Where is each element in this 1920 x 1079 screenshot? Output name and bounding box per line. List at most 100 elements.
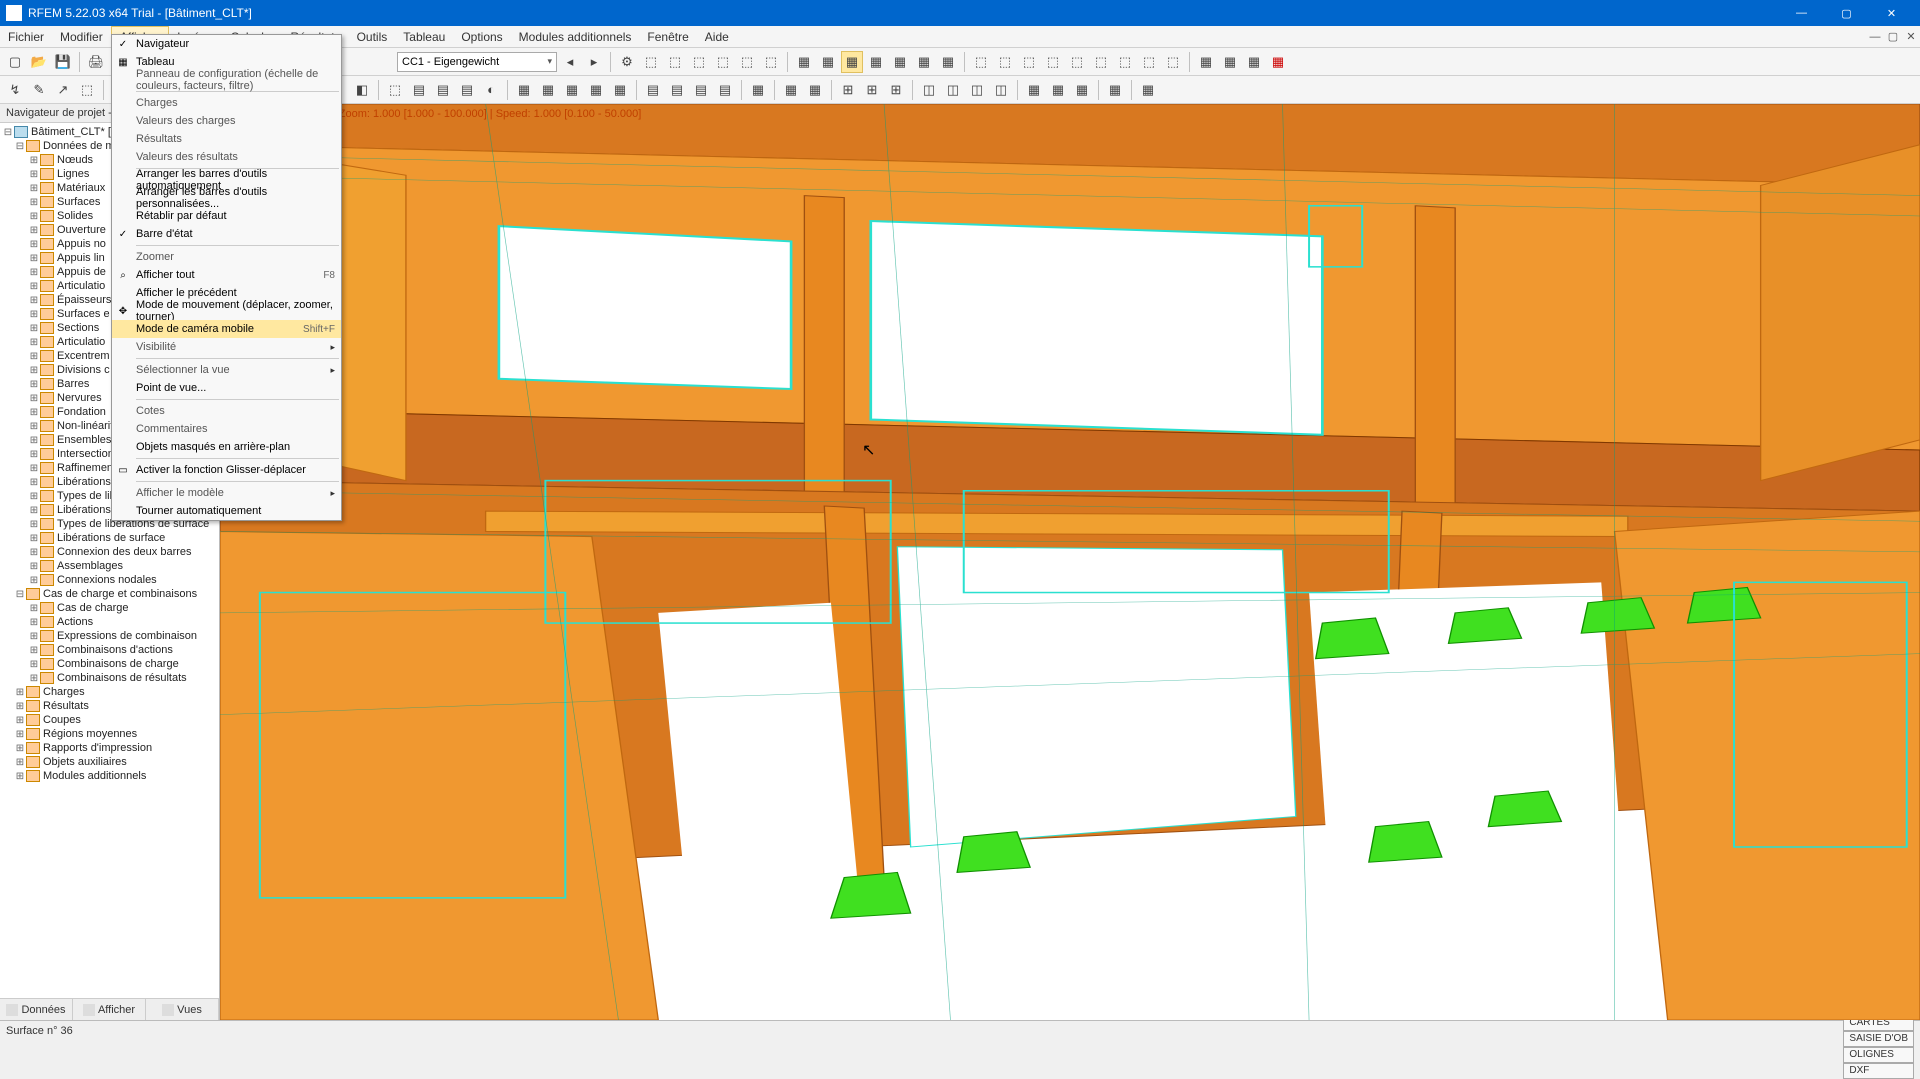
view-1[interactable]: ▦ — [793, 51, 815, 73]
save-button[interactable]: 💾 — [52, 51, 74, 73]
mdi-btn[interactable]: ✕ — [1902, 26, 1920, 47]
sel-7[interactable]: ⬚ — [1114, 51, 1136, 73]
view-3[interactable]: ▦ — [841, 51, 863, 73]
menuitem[interactable]: ✓Barre d'état — [112, 225, 341, 243]
tree-node[interactable]: ⊟Cas de charge et combinaisons — [0, 587, 219, 601]
print-button[interactable]: 🖨 — [85, 51, 107, 73]
t2-b[interactable]: ⬚ — [384, 79, 406, 101]
menuitem[interactable]: Tourner automatiquement — [112, 502, 341, 520]
menu-options[interactable]: Options — [453, 26, 510, 47]
sel-5[interactable]: ⬚ — [1066, 51, 1088, 73]
new-button[interactable]: ▢ — [4, 51, 26, 73]
menu-outils[interactable]: Outils — [349, 26, 396, 47]
tree-node[interactable]: ⊞Combinaisons de charge — [0, 657, 219, 671]
sel-3[interactable]: ⬚ — [1018, 51, 1040, 73]
t2-j[interactable]: ▦ — [585, 79, 607, 101]
t2-c[interactable]: ▤ — [408, 79, 430, 101]
calc-button[interactable]: ⚙ — [616, 51, 638, 73]
menuitem[interactable]: Objets masqués en arrière-plan — [112, 438, 341, 456]
tb-e[interactable]: ⬚ — [736, 51, 758, 73]
t2-h[interactable]: ▦ — [537, 79, 559, 101]
menu-modifier[interactable]: Modifier — [52, 26, 111, 47]
nav-tab-afficher[interactable]: Afficher — [73, 999, 146, 1020]
tree-node[interactable]: ⊞Combinaisons d'actions — [0, 643, 219, 657]
sel-4[interactable]: ⬚ — [1042, 51, 1064, 73]
t2-t[interactable]: ⊞ — [861, 79, 883, 101]
afficher-menu[interactable]: ✓Navigateur▦TableauPanneau de configurat… — [111, 34, 342, 521]
t2-u[interactable]: ⊞ — [885, 79, 907, 101]
menuitem[interactable]: ✥Mode de mouvement (déplacer, zoomer, to… — [112, 302, 341, 320]
tb-a[interactable]: ⬚ — [640, 51, 662, 73]
tree-node[interactable]: ⊞Régions moyennes — [0, 727, 219, 741]
viewport-3d[interactable]: 2.206, -1.660, -5.434) | Zoom: 1.000 [1.… — [220, 104, 1920, 1020]
t2-s[interactable]: ⊞ — [837, 79, 859, 101]
t2-o[interactable]: ▤ — [714, 79, 736, 101]
maximize-button[interactable]: ▢ — [1824, 0, 1869, 26]
t2-a[interactable]: ◧ — [351, 79, 373, 101]
menuitem[interactable]: Mode de caméra mobileShift+F — [112, 320, 341, 338]
tree-node[interactable]: ⊞Expressions de combinaison — [0, 629, 219, 643]
t2-ac[interactable]: ▦ — [1104, 79, 1126, 101]
lc-next[interactable]: ▸ — [583, 51, 605, 73]
menuitem[interactable]: Rétablir par défaut — [112, 207, 341, 225]
tb-b[interactable]: ⬚ — [664, 51, 686, 73]
menuitem[interactable]: ▭Activer la fonction Glisser-déplacer — [112, 461, 341, 479]
disp-3[interactable]: ▦ — [1243, 51, 1265, 73]
tree-node[interactable]: ⊞Actions — [0, 615, 219, 629]
tree-node[interactable]: ⊞Résultats — [0, 699, 219, 713]
t2-ad[interactable]: ▦ — [1137, 79, 1159, 101]
t2-n[interactable]: ▤ — [690, 79, 712, 101]
t2-4[interactable]: ⬚ — [76, 79, 98, 101]
t2-1[interactable]: ↯ — [4, 79, 26, 101]
status-btn-dxf[interactable]: DXF — [1843, 1063, 1914, 1079]
tb-f[interactable]: ⬚ — [760, 51, 782, 73]
tree-node[interactable]: ⊞Objets auxiliaires — [0, 755, 219, 769]
lc-prev[interactable]: ◂ — [559, 51, 581, 73]
t2-g[interactable]: ▦ — [513, 79, 535, 101]
t2-v[interactable]: ◫ — [918, 79, 940, 101]
menu-tableau[interactable]: Tableau — [395, 26, 453, 47]
t2-d[interactable]: ▤ — [432, 79, 454, 101]
open-button[interactable]: 📂 — [28, 51, 50, 73]
t2-q[interactable]: ▦ — [780, 79, 802, 101]
menuitem[interactable]: ✓Navigateur — [112, 35, 341, 53]
menuitem[interactable]: ⌕Afficher toutF8 — [112, 266, 341, 284]
disp-2[interactable]: ▦ — [1219, 51, 1241, 73]
menu-fichier[interactable]: Fichier — [0, 26, 52, 47]
sel-2[interactable]: ⬚ — [994, 51, 1016, 73]
sel-8[interactable]: ⬚ — [1138, 51, 1160, 73]
menu-modules additionnels[interactable]: Modules additionnels — [511, 26, 640, 47]
disp-4[interactable]: ▦ — [1267, 51, 1289, 73]
tree-node[interactable]: ⊞Charges — [0, 685, 219, 699]
view-5[interactable]: ▦ — [889, 51, 911, 73]
tree-node[interactable]: ⊞Connexion des deux barres — [0, 545, 219, 559]
t2-p[interactable]: ▦ — [747, 79, 769, 101]
menu-aide[interactable]: Aide — [697, 26, 737, 47]
menuitem[interactable]: Point de vue... — [112, 379, 341, 397]
t2-k[interactable]: ▦ — [609, 79, 631, 101]
disp-1[interactable]: ▦ — [1195, 51, 1217, 73]
t2-m[interactable]: ▤ — [666, 79, 688, 101]
status-btn-saisie d'ob[interactable]: SAISIE D'OB — [1843, 1031, 1914, 1047]
nav-tab-vues[interactable]: Vues — [146, 999, 219, 1020]
sel-1[interactable]: ⬚ — [970, 51, 992, 73]
t2-2[interactable]: ✎ — [28, 79, 50, 101]
tree-node[interactable]: ⊞Assemblages — [0, 559, 219, 573]
tree-node[interactable]: ⊞Coupes — [0, 713, 219, 727]
tree-node[interactable]: ⊞Libérations de surface — [0, 531, 219, 545]
t2-x[interactable]: ◫ — [966, 79, 988, 101]
view-7[interactable]: ▦ — [937, 51, 959, 73]
close-button[interactable]: ✕ — [1869, 0, 1914, 26]
t2-r[interactable]: ▦ — [804, 79, 826, 101]
t2-i[interactable]: ▦ — [561, 79, 583, 101]
t2-3[interactable]: ↗ — [52, 79, 74, 101]
sel-9[interactable]: ⬚ — [1162, 51, 1184, 73]
view-4[interactable]: ▦ — [865, 51, 887, 73]
tree-node[interactable]: ⊞Cas de charge — [0, 601, 219, 615]
status-btn-olignes[interactable]: OLIGNES — [1843, 1047, 1914, 1063]
t2-w[interactable]: ◫ — [942, 79, 964, 101]
t2-aa[interactable]: ▦ — [1047, 79, 1069, 101]
tb-c[interactable]: ⬚ — [688, 51, 710, 73]
t2-l[interactable]: ▤ — [642, 79, 664, 101]
tree-node[interactable]: ⊞Modules additionnels — [0, 769, 219, 783]
